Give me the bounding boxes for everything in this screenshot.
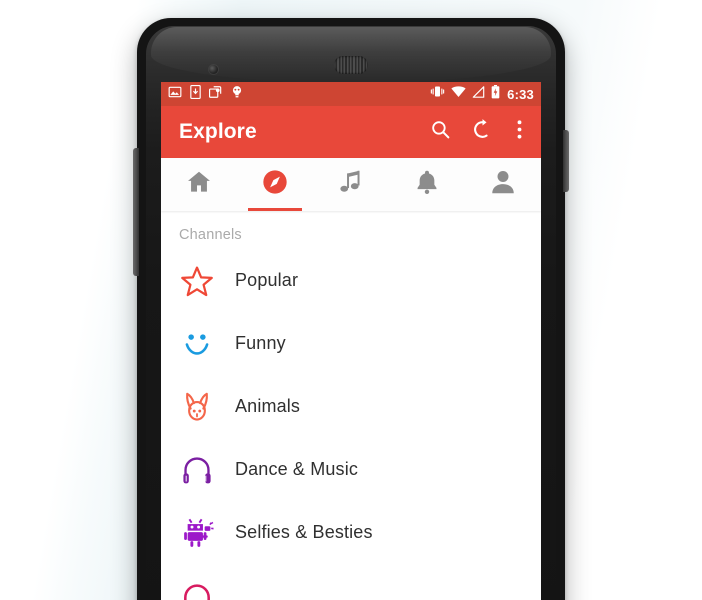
- music-note-icon: [337, 168, 365, 201]
- list-item-label: Funny: [235, 333, 286, 353]
- battery-charging-icon: [491, 84, 500, 104]
- power-button[interactable]: [563, 130, 569, 192]
- tab-notifications[interactable]: [389, 158, 465, 211]
- channel-dance[interactable]: Dance & Music: [161, 438, 541, 501]
- tab-home[interactable]: [161, 158, 237, 211]
- volume-rocker-button[interactable]: [133, 148, 139, 276]
- star-icon: [177, 261, 217, 301]
- tab-music[interactable]: [313, 158, 389, 211]
- overflow-menu-button[interactable]: [511, 119, 527, 145]
- channel-partial[interactable]: [161, 564, 541, 600]
- channel-funny[interactable]: Funny: [161, 312, 541, 375]
- phone-device: 6:33 Explore Channels Popular Funny Anim…: [133, 18, 569, 600]
- app-bar: Explore: [161, 106, 541, 158]
- home-icon: [185, 168, 213, 201]
- status-bar: 6:33: [161, 82, 541, 106]
- refresh-button[interactable]: [469, 119, 495, 145]
- list-item-label: Animals: [235, 396, 301, 416]
- page-root: 6:33 Explore Channels Popular Funny Anim…: [0, 0, 702, 600]
- status-bar-notification-icons: [168, 84, 243, 104]
- image-notification-icon: [168, 85, 182, 104]
- signal-icon: [472, 85, 485, 103]
- rabbit-icon: [177, 387, 217, 427]
- tab-active-indicator: [247, 208, 303, 211]
- channels-list: Channels Popular Funny Animals Dance & M…: [161, 211, 541, 600]
- app-bar-actions: [427, 119, 529, 145]
- bell-icon: [413, 168, 441, 201]
- channel-animals[interactable]: Animals: [161, 375, 541, 438]
- search-button[interactable]: [427, 119, 453, 145]
- earpiece-speaker-icon: [334, 56, 368, 74]
- arch-icon: [177, 576, 217, 600]
- channel-selfies[interactable]: Selfies & Besties: [161, 501, 541, 564]
- status-bar-system-icons: 6:33: [430, 84, 534, 104]
- tab-profile[interactable]: [465, 158, 541, 211]
- headphones-icon: [177, 450, 217, 490]
- page-title: Explore: [179, 120, 257, 143]
- channel-popular[interactable]: Popular: [161, 249, 541, 312]
- refresh-icon: [472, 119, 493, 145]
- front-camera-icon: [209, 65, 218, 74]
- tab-explore[interactable]: [237, 158, 313, 211]
- section-header-channels: Channels: [179, 227, 242, 243]
- compass-icon: [261, 168, 289, 201]
- bulb-notification-icon: [231, 85, 243, 104]
- vibrate-icon: [430, 85, 445, 103]
- smiley-icon: [177, 324, 217, 364]
- list-item-label: Popular: [235, 270, 299, 290]
- android-selfie-icon: [177, 513, 217, 553]
- person-icon: [489, 168, 517, 201]
- tab-bar: [161, 158, 541, 211]
- list-item-label: Dance & Music: [235, 459, 358, 479]
- download-notification-icon: [190, 84, 201, 104]
- phone-screen: 6:33 Explore Channels Popular Funny Anim…: [161, 82, 541, 600]
- more-vertical-icon: [517, 119, 522, 145]
- list-item-label: Selfies & Besties: [235, 522, 373, 542]
- camera-notification-icon: [209, 85, 223, 104]
- status-bar-clock: 6:33: [507, 86, 534, 102]
- wifi-icon: [451, 85, 466, 103]
- search-icon: [430, 119, 451, 145]
